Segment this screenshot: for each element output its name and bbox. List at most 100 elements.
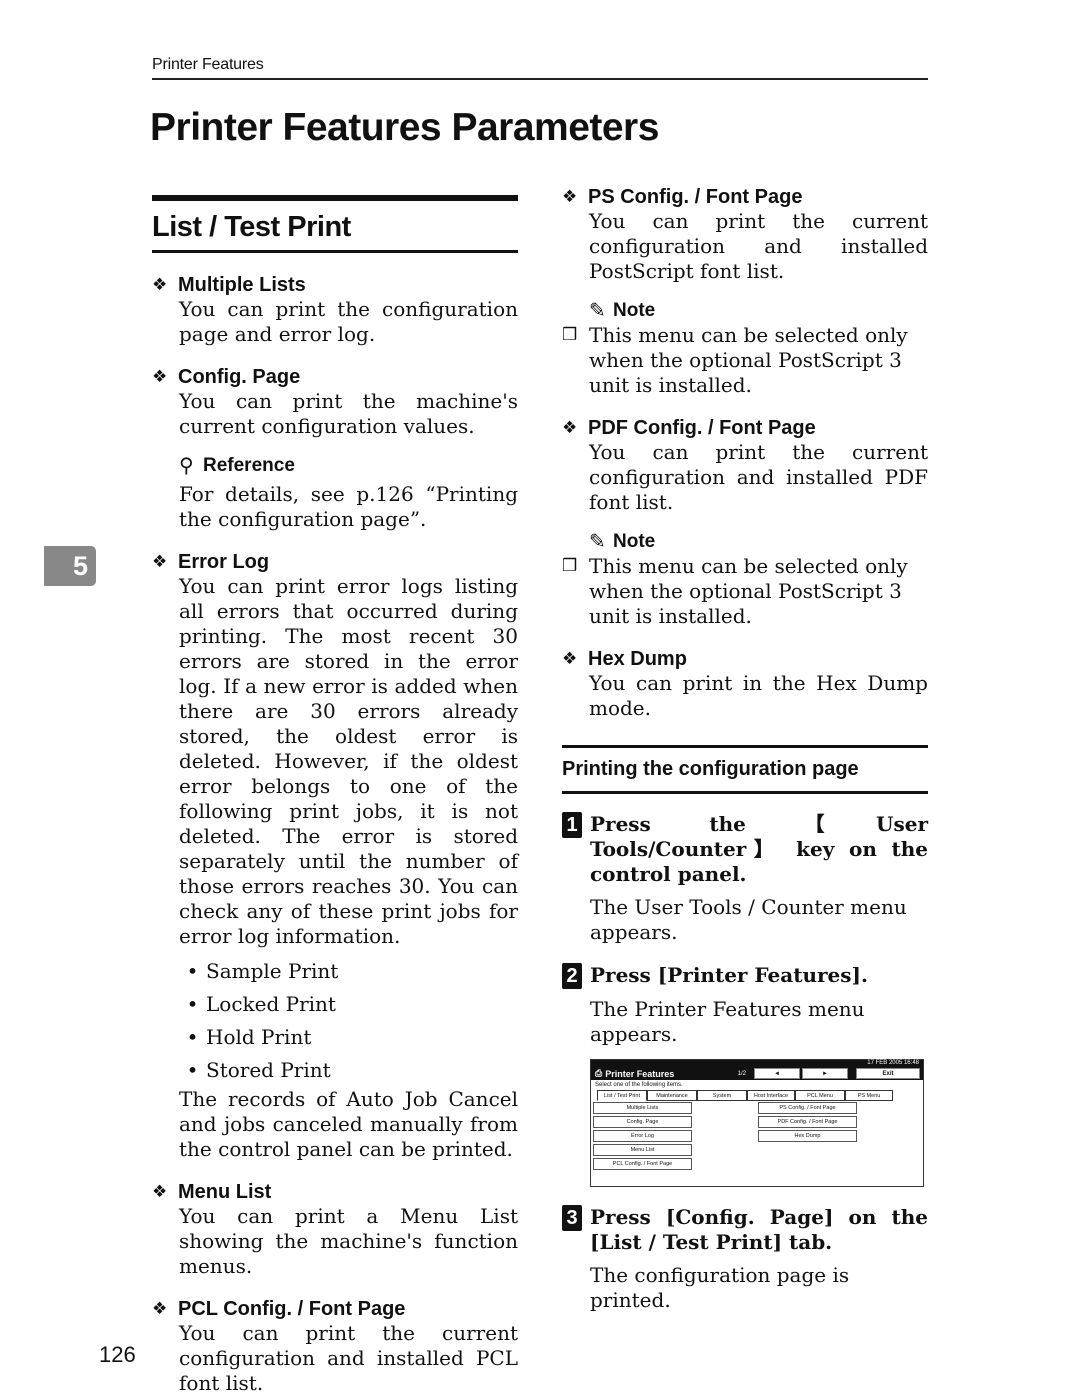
item-body: You can print the configuration page and… — [179, 297, 518, 346]
item-body: You can print the current configuration … — [179, 1321, 518, 1395]
tab-pcl-menu[interactable]: PCL Menu — [795, 1090, 845, 1101]
screen-item-hex-dump[interactable]: Hex Dump — [758, 1130, 857, 1142]
item-title: Config. Page — [178, 366, 301, 388]
procedure: Printing the configuration page 1 Press … — [562, 745, 928, 1313]
list-item: • Locked Print — [186, 992, 336, 1016]
item-body: You can print the current configuration … — [589, 440, 928, 514]
step-3: 3 Press [Config. Page] on the [List / Te… — [562, 1205, 928, 1255]
item-body: You can print a Menu List showing the ma… — [179, 1204, 518, 1278]
step-desc: The configuration page is printed. — [590, 1263, 850, 1312]
note-block: ✎ Note ❒ This menu can be selected only wh… — [562, 298, 928, 398]
page-number: 126 — [99, 1342, 136, 1367]
procedure-rule-top — [562, 745, 928, 748]
screen-titlebar: ⎙ Printer Features 1/2 ◄ ► Exit — [591, 1067, 923, 1080]
tab-list-test-print[interactable]: List / Test Print — [597, 1090, 647, 1101]
item-body-after: The records of Auto Job Cancel and jobs … — [179, 1087, 518, 1161]
item-body: You can print error logs listing all err… — [179, 574, 518, 948]
item-title: Hex Dump — [588, 648, 687, 670]
step-number: 3 — [562, 1205, 582, 1231]
right-column: ❖ PS Config. / Font Page You can print th… — [562, 185, 928, 1313]
tab-ps-menu[interactable]: PS Menu — [845, 1090, 893, 1101]
diamond-bullet-icon: ❖ — [562, 418, 578, 437]
pencil-icon: ✎ — [589, 300, 606, 322]
printer-icon: ⎙ — [595, 1068, 603, 1078]
diamond-bullet-icon: ❖ — [152, 1299, 168, 1318]
screen-title: Printer Features — [605, 1068, 675, 1079]
screen-item-menu-list[interactable]: Menu List — [593, 1144, 692, 1156]
diamond-bullet-icon: ❖ — [562, 187, 578, 206]
running-head: Printer Features — [152, 56, 264, 73]
item-title: PDF Config. / Font Page — [588, 417, 816, 439]
pencil-icon: ✎ — [589, 531, 606, 553]
diamond-bullet-icon: ❖ — [152, 1182, 168, 1201]
diamond-bullet-icon: ❖ — [152, 367, 168, 386]
step-number: 1 — [562, 812, 582, 838]
checkbox-bullet-icon: ❒ — [562, 556, 578, 576]
note-text: This menu can be selected only when the … — [589, 323, 908, 397]
magnifier-icon: ⚲ — [179, 455, 194, 477]
list-item: • Stored Print — [186, 1058, 331, 1082]
page-indicator: 1/2 — [737, 1070, 746, 1077]
screen-datetime: 17 FEB 2005 16:48 — [591, 1060, 923, 1067]
printer-features-screen: 17 FEB 2005 16:48 ⎙ Printer Features 1/2… — [590, 1059, 924, 1187]
screen-item-pdf-config[interactable]: PDF Config. / Font Page — [758, 1116, 857, 1128]
step-text: Press the 【User Tools/Counter】 key on th… — [590, 812, 928, 886]
tab-host-interface[interactable]: Host Interface — [747, 1090, 795, 1101]
step-2: 2 Press [Printer Features]. — [562, 963, 928, 989]
item-pdf-config: ❖ PDF Config. / Font Page You can print t… — [562, 416, 928, 515]
screen-item-config-page[interactable]: Config. Page — [593, 1116, 692, 1128]
prev-page-button[interactable]: ◄ — [754, 1068, 800, 1079]
print-job-list: • Sample Print • Locked Print • Hold Print … — [152, 955, 518, 1087]
item-title: PCL Config. / Font Page — [178, 1298, 406, 1320]
left-column: List / Test Print ❖ Multiple Lists You ca… — [152, 195, 518, 1396]
item-hex-dump: ❖ Hex Dump You can print in the Hex Dump … — [562, 647, 928, 721]
diamond-bullet-icon: ❖ — [562, 649, 578, 668]
tab-maintenance[interactable]: Maintenance — [647, 1090, 697, 1101]
page-title: Printer Features Parameters — [150, 106, 659, 149]
list-item: • Hold Print — [186, 1025, 312, 1049]
checkbox-bullet-icon: ❒ — [562, 325, 578, 345]
step-desc: The User Tools / Counter menu appears. — [590, 895, 907, 944]
screen-item-multiple-lists[interactable]: Multiple Lists — [593, 1102, 692, 1114]
section-rule-top — [152, 195, 518, 201]
screen-item-pcl-config[interactable]: PCL Config. / Font Page — [593, 1158, 692, 1170]
next-page-button[interactable]: ► — [802, 1068, 848, 1079]
item-body: You can print the current configuration … — [589, 209, 928, 283]
procedure-title: Printing the configuration page — [562, 758, 859, 780]
note-label: Note — [613, 299, 656, 321]
item-body: You can print in the Hex Dump mode. — [589, 671, 928, 720]
item-config-page: ❖ Config. Page You can print the machine'… — [152, 365, 518, 439]
exit-button[interactable]: Exit — [856, 1068, 920, 1079]
tab-system[interactable]: System — [697, 1090, 747, 1101]
note-label: Note — [613, 530, 656, 552]
screen-message: Select one of the following items. — [595, 1082, 683, 1088]
reference-text[interactable]: For details, see p.126 “Printing the con… — [179, 482, 518, 532]
item-multiple-lists: ❖ Multiple Lists You can print the config… — [152, 273, 518, 347]
item-title: Menu List — [178, 1181, 272, 1203]
section-rule-bottom — [152, 250, 518, 253]
header-rule — [152, 78, 928, 80]
reference-label: Reference — [203, 454, 295, 476]
list-item: • Sample Print — [186, 959, 339, 983]
step-text: Press [Config. Page] on the [List / Test… — [590, 1205, 928, 1254]
item-error-log: ❖ Error Log You can print error logs list… — [152, 550, 518, 1162]
item-body: You can print the machine's current conf… — [179, 389, 518, 438]
item-pcl-config: ❖ PCL Config. / Font Page You can print t… — [152, 1297, 518, 1396]
screen-item-error-log[interactable]: Error Log — [593, 1130, 692, 1142]
step-number: 2 — [562, 963, 582, 989]
reference-block: ⚲ Reference For details, see p.126 “Print… — [152, 453, 518, 532]
diamond-bullet-icon: ❖ — [152, 275, 168, 294]
diamond-bullet-icon: ❖ — [152, 552, 168, 571]
screen-tabs: List / Test Print Maintenance System Hos… — [591, 1090, 923, 1101]
item-ps-config: ❖ PS Config. / Font Page You can print th… — [562, 185, 928, 284]
item-menu-list: ❖ Menu List You can print a Menu List sho… — [152, 1180, 518, 1279]
item-title: Error Log — [178, 551, 270, 573]
step-1: 1 Press the 【User Tools/Counter】 key on … — [562, 812, 928, 887]
item-title: Multiple Lists — [178, 274, 306, 296]
procedure-rule-bottom — [562, 791, 928, 794]
screen-item-ps-config[interactable]: PS Config. / Font Page — [758, 1102, 857, 1114]
section-title: List / Test Print — [152, 211, 351, 243]
note-text: This menu can be selected only when the … — [589, 554, 908, 628]
note-block: ✎ Note ❒ This menu can be selected only wh… — [562, 529, 928, 629]
step-text: Press [Printer Features]. — [590, 963, 868, 987]
